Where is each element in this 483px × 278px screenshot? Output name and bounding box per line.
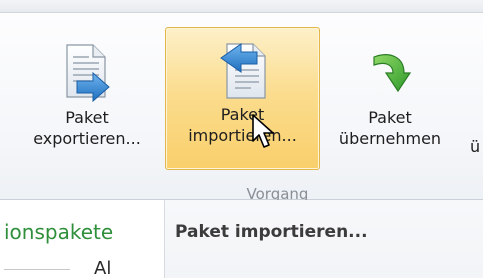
green-curved-arrow-icon [368,49,412,101]
content-area: ionspakete Al Paket importieren... [0,200,483,278]
detail-pane: Paket importieren... [165,200,483,278]
document-export-icon [61,43,113,107]
export-package-label: Paket exportieren... [33,108,141,148]
navigation-pane: ionspakete Al [0,200,164,278]
section-title: ionspakete [4,220,114,244]
ribbon: Paket exportieren... Paket importieren..… [0,13,483,203]
document-import-icon [217,40,269,104]
accept-package-label: Paket übernehmen [338,108,442,148]
page-title: Paket importieren... [175,222,368,242]
title-bar [0,0,483,13]
export-package-button[interactable]: Paket exportieren... [12,29,162,179]
navigation-item-partial[interactable]: Al [4,258,111,278]
next-ribbon-button-partial[interactable]: ü [470,136,483,157]
accept-package-button[interactable]: Paket übernehmen [315,29,465,179]
import-package-button[interactable]: Paket importieren... [165,27,320,170]
import-package-label: Paket importieren... [188,105,297,145]
